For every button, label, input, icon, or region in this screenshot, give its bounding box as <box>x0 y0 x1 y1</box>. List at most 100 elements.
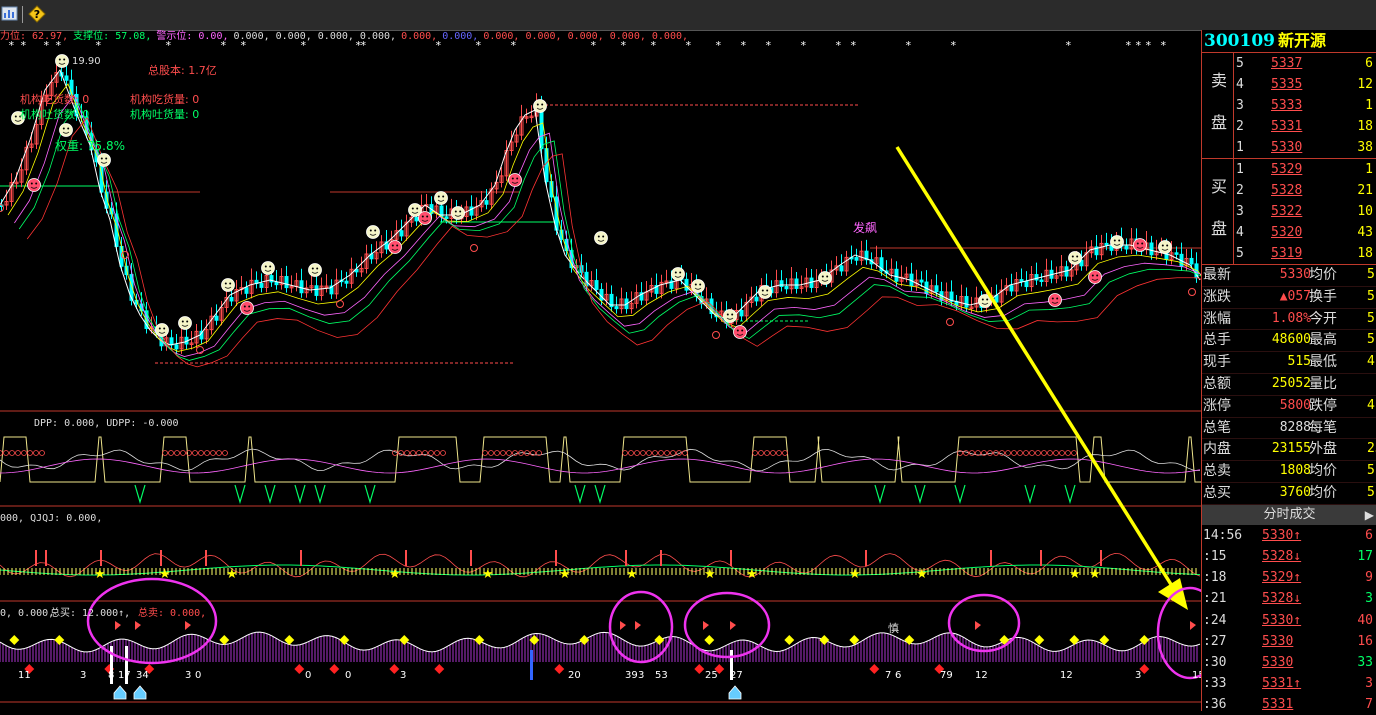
sub1-loop <box>628 450 634 456</box>
sub1-loop <box>752 450 758 456</box>
stat-label: 总买 <box>1203 484 1231 501</box>
stat-value: ▲057 <box>1279 288 1311 304</box>
ask-row[interactable]: 5 5337 6 <box>1234 53 1376 74</box>
ticks-title[interactable]: 分时成交 ▶ <box>1202 504 1376 525</box>
candle-body <box>414 216 419 222</box>
volume: 43 <box>1357 225 1373 240</box>
sub1-loop <box>652 450 658 456</box>
sub1-loop <box>162 450 168 456</box>
tick-row[interactable]: 14:56 5330↑ 6 <box>1202 525 1376 546</box>
flag-icon <box>135 621 141 630</box>
tick-row[interactable]: :27 5330 16 <box>1202 631 1376 652</box>
bid-row[interactable]: 5 5319 18 <box>1234 243 1376 264</box>
candle-body <box>1174 252 1179 255</box>
buy-smiley-icon <box>723 309 737 323</box>
help-icon[interactable]: ? <box>28 5 46 23</box>
tick-list[interactable]: 14:56 5330↑ 6:15 5328↓ 17:18 5329↑ 9:21 5328↓ 3:… <box>1202 525 1376 715</box>
stock-code[interactable]: 300109 <box>1204 31 1275 51</box>
level: 2 <box>1236 119 1244 134</box>
sub1-loop <box>428 450 434 456</box>
candle-body <box>214 315 219 321</box>
sell-smiley-icon <box>1088 270 1102 284</box>
signal-asterisk: * <box>715 39 722 52</box>
sub1-v-marker <box>914 484 926 505</box>
sub1-loop <box>1017 450 1023 456</box>
kline-chart[interactable]: * * * * * * * * * ** * * * * * * * * * * * * * * * * * * * * ★ ★ ★ ★ ★ ★ ★ ★… <box>0 30 1201 711</box>
buy-smiley-icon <box>55 54 69 68</box>
sub3-count: 0 <box>345 670 351 681</box>
sub1-loop <box>9 450 15 456</box>
candle-body <box>1189 257 1194 265</box>
sub1-loop <box>15 450 21 456</box>
stat-row: 内盘 23155外盘 25 <box>1202 439 1376 462</box>
signal-asterisk: * <box>1065 39 1072 52</box>
sub3-count: 17 <box>118 670 131 681</box>
price[interactable]: 5329 <box>1271 159 1302 180</box>
tick-row[interactable]: :21 5328↓ 3 <box>1202 588 1376 609</box>
price[interactable]: 5328 <box>1271 180 1302 201</box>
chart-icon[interactable] <box>1 5 19 23</box>
price[interactable]: 5337 <box>1271 53 1302 74</box>
sub3-count: 12 <box>975 670 988 681</box>
sub1-loop <box>782 450 788 456</box>
inst-buy-vol-label: 机构吃货量: 0 <box>130 92 199 106</box>
ask-row[interactable]: 4 5335 12 <box>1234 74 1376 95</box>
sub1-line-white <box>0 448 1201 472</box>
price[interactable]: 5320 <box>1271 222 1302 243</box>
volume: 21 <box>1357 183 1373 198</box>
tick-volume: 3 <box>1365 676 1373 692</box>
sub3-count: 3 <box>400 670 406 681</box>
annotation-arrow-shaft <box>895 146 1174 587</box>
buy-smiley-icon <box>308 263 322 277</box>
toolbar-separator <box>22 6 23 23</box>
volume: 18 <box>1357 246 1373 261</box>
sub2-red-bar <box>205 550 207 566</box>
annotation-circle <box>683 591 771 659</box>
buy-smiley-icon <box>366 225 380 239</box>
sub1-loop <box>764 450 770 456</box>
price[interactable]: 5319 <box>1271 243 1302 264</box>
price[interactable]: 5335 <box>1271 74 1302 95</box>
sub3-count: 12 <box>1060 670 1073 681</box>
stat-label: 量比 <box>1309 375 1337 392</box>
sub3-info-b: 总买: 12.000↑, <box>50 606 130 619</box>
ask-row[interactable]: 3 5333 1 <box>1234 95 1376 116</box>
price[interactable]: 5331 <box>1271 116 1302 137</box>
tick-row[interactable]: :36 5331 7 <box>1202 694 1376 715</box>
tick-row[interactable]: :24 5330↑ 40 <box>1202 610 1376 631</box>
price[interactable]: 5322 <box>1271 201 1302 222</box>
tick-row[interactable]: :30 5330 33 <box>1202 652 1376 673</box>
candle-body <box>1124 245 1129 250</box>
sub1-loop <box>776 450 782 456</box>
sub3-red-diamond <box>329 664 340 674</box>
bid-row[interactable]: 3 5322 10 <box>1234 201 1376 222</box>
bid-row[interactable]: 1 5329 1 <box>1234 159 1376 180</box>
stat-label: 内盘 <box>1203 441 1231 458</box>
total-shares-label: 总股本: 1.7亿 <box>148 63 217 77</box>
stat-value: 5330 <box>1279 267 1311 282</box>
stat-label: 涨跌 <box>1203 288 1231 305</box>
tick-row[interactable]: :33 5331↑ 3 <box>1202 673 1376 694</box>
sub1-loop <box>506 450 512 456</box>
tick-row[interactable]: :15 5328↓ 17 <box>1202 546 1376 567</box>
bid-row[interactable]: 4 5320 43 <box>1234 222 1376 243</box>
ma-line <box>26 116 1201 368</box>
stock-name[interactable]: 新开源 <box>1278 31 1326 50</box>
buy-smiley-icon <box>261 261 275 275</box>
price[interactable]: 5333 <box>1271 95 1302 116</box>
sub1-v-marker <box>264 484 276 505</box>
tick-row[interactable]: :18 5329↑ 9 <box>1202 567 1376 588</box>
tick-time: :27 <box>1203 633 1227 649</box>
sub1-loop <box>216 450 222 456</box>
flag-icon <box>1190 621 1196 630</box>
stat-label: 均价 <box>1309 484 1337 501</box>
stat-label: 外盘 <box>1309 441 1337 458</box>
ask-row[interactable]: 1 5330 38 <box>1234 137 1376 158</box>
ask-row[interactable]: 2 5331 18 <box>1234 116 1376 137</box>
stat-label: 总额 <box>1203 375 1231 392</box>
buy-smiley-icon <box>1068 251 1082 265</box>
sub1-loop <box>210 450 216 456</box>
bid-row[interactable]: 2 5328 21 <box>1234 180 1376 201</box>
expand-arrow-icon[interactable]: ▶ <box>1365 505 1374 525</box>
price[interactable]: 5330 <box>1271 137 1302 158</box>
